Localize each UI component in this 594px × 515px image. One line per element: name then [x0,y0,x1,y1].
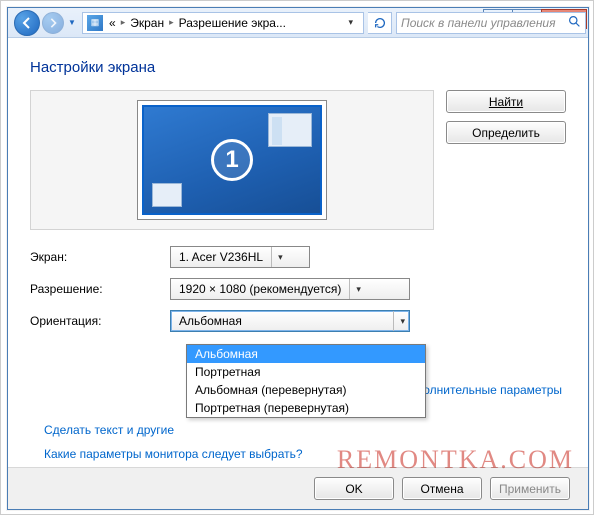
text-size-link[interactable]: Сделать текст и другие [44,423,303,437]
breadcrumb-dropdown-icon[interactable]: ▾ [342,17,359,28]
orientation-select[interactable]: Альбомная ▾ [170,310,410,332]
desktop-window-icon [152,183,182,207]
chevron-down-icon: ▾ [393,311,405,331]
titlebar: ▼ ▦ « ▸ Экран ▸ Разрешение экра... ▾ Пои… [8,8,588,38]
chevron-down-icon: ▾ [349,279,361,299]
orientation-label: Ориентация: [30,314,170,328]
detect-button[interactable]: Определить [446,121,566,144]
find-button-label: Найти [489,95,523,109]
breadcrumb-item-display[interactable]: Экран [130,16,164,30]
breadcrumb[interactable]: ▦ « ▸ Экран ▸ Разрешение экра... ▾ [82,12,364,34]
cancel-button[interactable]: Отмена [402,477,482,500]
detect-button-label: Определить [472,126,540,140]
monitor-number-badge: 1 [211,139,253,181]
monitor-preview-frame: 1 [137,100,327,220]
chevron-down-icon: ▾ [271,247,283,267]
monitor-thumbnail[interactable]: 1 [142,105,322,215]
orientation-option[interactable]: Альбомная (перевернутая) [187,381,425,399]
nav-history-dropdown[interactable]: ▼ [66,10,78,36]
nav-back-button[interactable] [14,10,40,36]
desktop-window-icon [268,113,312,147]
resolution-select[interactable]: 1920 × 1080 (рекомендуется) ▾ [170,278,410,300]
search-placeholder: Поиск в панели управления [401,16,556,30]
search-input[interactable]: Поиск в панели управления [396,12,586,34]
search-icon [568,15,581,31]
breadcrumb-item-resolution[interactable]: Разрешение экра... [179,16,286,30]
ok-button[interactable]: OK [314,477,394,500]
resolution-label: Разрешение: [30,282,170,296]
refresh-button[interactable] [368,12,392,34]
nav-forward-button[interactable] [42,12,64,34]
orientation-option[interactable]: Альбомная [187,345,425,363]
display-value: 1. Acer V236HL [179,250,263,264]
orientation-value: Альбомная [179,314,242,328]
breadcrumb-sep: ▸ [121,17,126,28]
find-button[interactable]: Найти [446,90,566,113]
breadcrumb-chevrons: « [109,16,116,30]
orientation-option[interactable]: Портретная [187,363,425,381]
display-label: Экран: [30,250,170,264]
orientation-option[interactable]: Портретная (перевернутая) [187,399,425,417]
display-select[interactable]: 1. Acer V236HL ▾ [170,246,310,268]
orientation-dropdown-list: Альбомная Портретная Альбомная (переверн… [186,344,426,418]
page-title: Настройки экрана [30,59,566,76]
apply-button[interactable]: Применить [490,477,570,500]
resolution-value: 1920 × 1080 (рекомендуется) [179,282,341,296]
window: — ▢ ✕ ▼ ▦ « ▸ Экран ▸ Разрешение экра...… [7,7,589,510]
body: Настройки экрана 1 Найти Определить [8,39,588,509]
monitor-preview-area[interactable]: 1 [30,90,434,230]
which-monitor-link[interactable]: Какие параметры монитора следует выбрать… [44,447,303,461]
dialog-button-bar: OK Отмена Применить [8,467,588,509]
control-panel-icon: ▦ [87,15,103,31]
breadcrumb-sep: ▸ [169,17,174,28]
